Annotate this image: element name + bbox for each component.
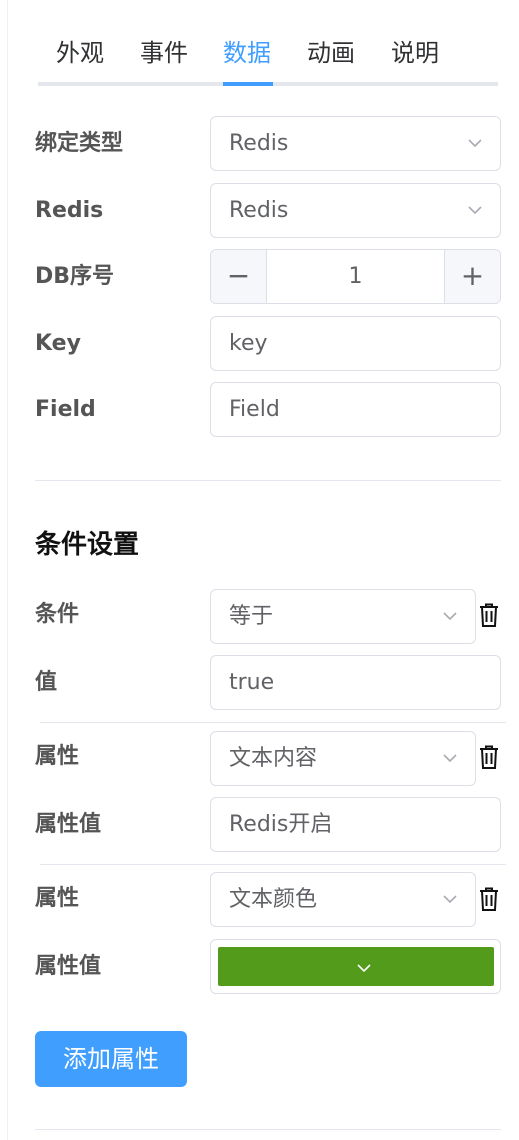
binding-type-value: Redis bbox=[229, 131, 289, 156]
tab-data[interactable]: 数据 bbox=[223, 38, 271, 68]
redis-label: Redis bbox=[35, 198, 104, 223]
color-picker[interactable] bbox=[210, 939, 501, 994]
chevron-down-icon bbox=[468, 203, 482, 217]
property-divider bbox=[40, 864, 506, 865]
tab-appearance[interactable]: 外观 bbox=[56, 38, 104, 68]
tab-description[interactable]: 说明 bbox=[391, 38, 439, 68]
key-value: key bbox=[229, 331, 268, 356]
bottom-divider bbox=[35, 1129, 501, 1130]
increment-button[interactable]: + bbox=[444, 250, 500, 303]
chevron-down-icon bbox=[443, 609, 457, 623]
chevron-down-icon bbox=[443, 751, 457, 765]
condition-label: 条件 bbox=[35, 602, 80, 627]
condition-value-input[interactable]: true bbox=[210, 655, 501, 710]
key-label: Key bbox=[35, 331, 81, 356]
property-value: 文本颜色 bbox=[229, 887, 318, 912]
value-label: 值 bbox=[35, 670, 58, 695]
property-select[interactable]: 文本内容 bbox=[210, 731, 476, 786]
chevron-down-icon bbox=[468, 136, 482, 150]
db-index-label: DB序号 bbox=[35, 264, 115, 289]
field-label: Field bbox=[35, 397, 96, 422]
redis-value: Redis bbox=[229, 198, 289, 223]
key-input[interactable]: key bbox=[210, 316, 501, 371]
color-swatch bbox=[218, 947, 494, 986]
property-label: 属性 bbox=[35, 744, 80, 769]
property-select[interactable]: 文本颜色 bbox=[210, 872, 476, 927]
tab-active-indicator bbox=[223, 82, 273, 86]
chevron-down-icon bbox=[443, 892, 457, 906]
tab-events[interactable]: 事件 bbox=[140, 38, 188, 68]
property-value-text: Redis开启 bbox=[229, 812, 333, 837]
data-settings-panel: 外观 事件 数据 动画 说明 绑定类型 Redis Redis Redis DB… bbox=[0, 0, 519, 1140]
property-value-label: 属性值 bbox=[35, 812, 102, 837]
trash-icon[interactable] bbox=[478, 886, 500, 912]
tab-animation[interactable]: 动画 bbox=[307, 38, 355, 68]
binding-type-label: 绑定类型 bbox=[35, 131, 124, 156]
trash-icon[interactable] bbox=[478, 744, 500, 770]
field-value: Field bbox=[229, 397, 280, 422]
redis-select[interactable]: Redis bbox=[210, 183, 501, 238]
decrement-button[interactable]: − bbox=[211, 250, 267, 303]
property-label: 属性 bbox=[35, 886, 80, 911]
section-divider bbox=[35, 480, 501, 481]
property-divider bbox=[40, 722, 506, 723]
tab-bar: 外观 事件 数据 动画 说明 bbox=[38, 28, 498, 88]
panel-edge bbox=[0, 0, 8, 1140]
condition-value-text: true bbox=[229, 670, 275, 695]
condition-value: 等于 bbox=[229, 604, 274, 629]
add-property-button[interactable]: 添加属性 bbox=[35, 1031, 187, 1087]
condition-settings-title: 条件设置 bbox=[35, 530, 140, 560]
property-value-label: 属性值 bbox=[35, 954, 102, 979]
condition-select[interactable]: 等于 bbox=[210, 589, 476, 644]
property-value: 文本内容 bbox=[229, 746, 318, 771]
db-index-stepper: − 1 + bbox=[210, 249, 501, 304]
property-value-input[interactable]: Redis开启 bbox=[210, 797, 501, 852]
binding-type-select[interactable]: Redis bbox=[210, 116, 501, 171]
chevron-down-icon bbox=[357, 960, 371, 974]
db-index-input[interactable]: 1 bbox=[268, 262, 443, 292]
trash-icon[interactable] bbox=[478, 602, 500, 628]
field-input[interactable]: Field bbox=[210, 382, 501, 437]
